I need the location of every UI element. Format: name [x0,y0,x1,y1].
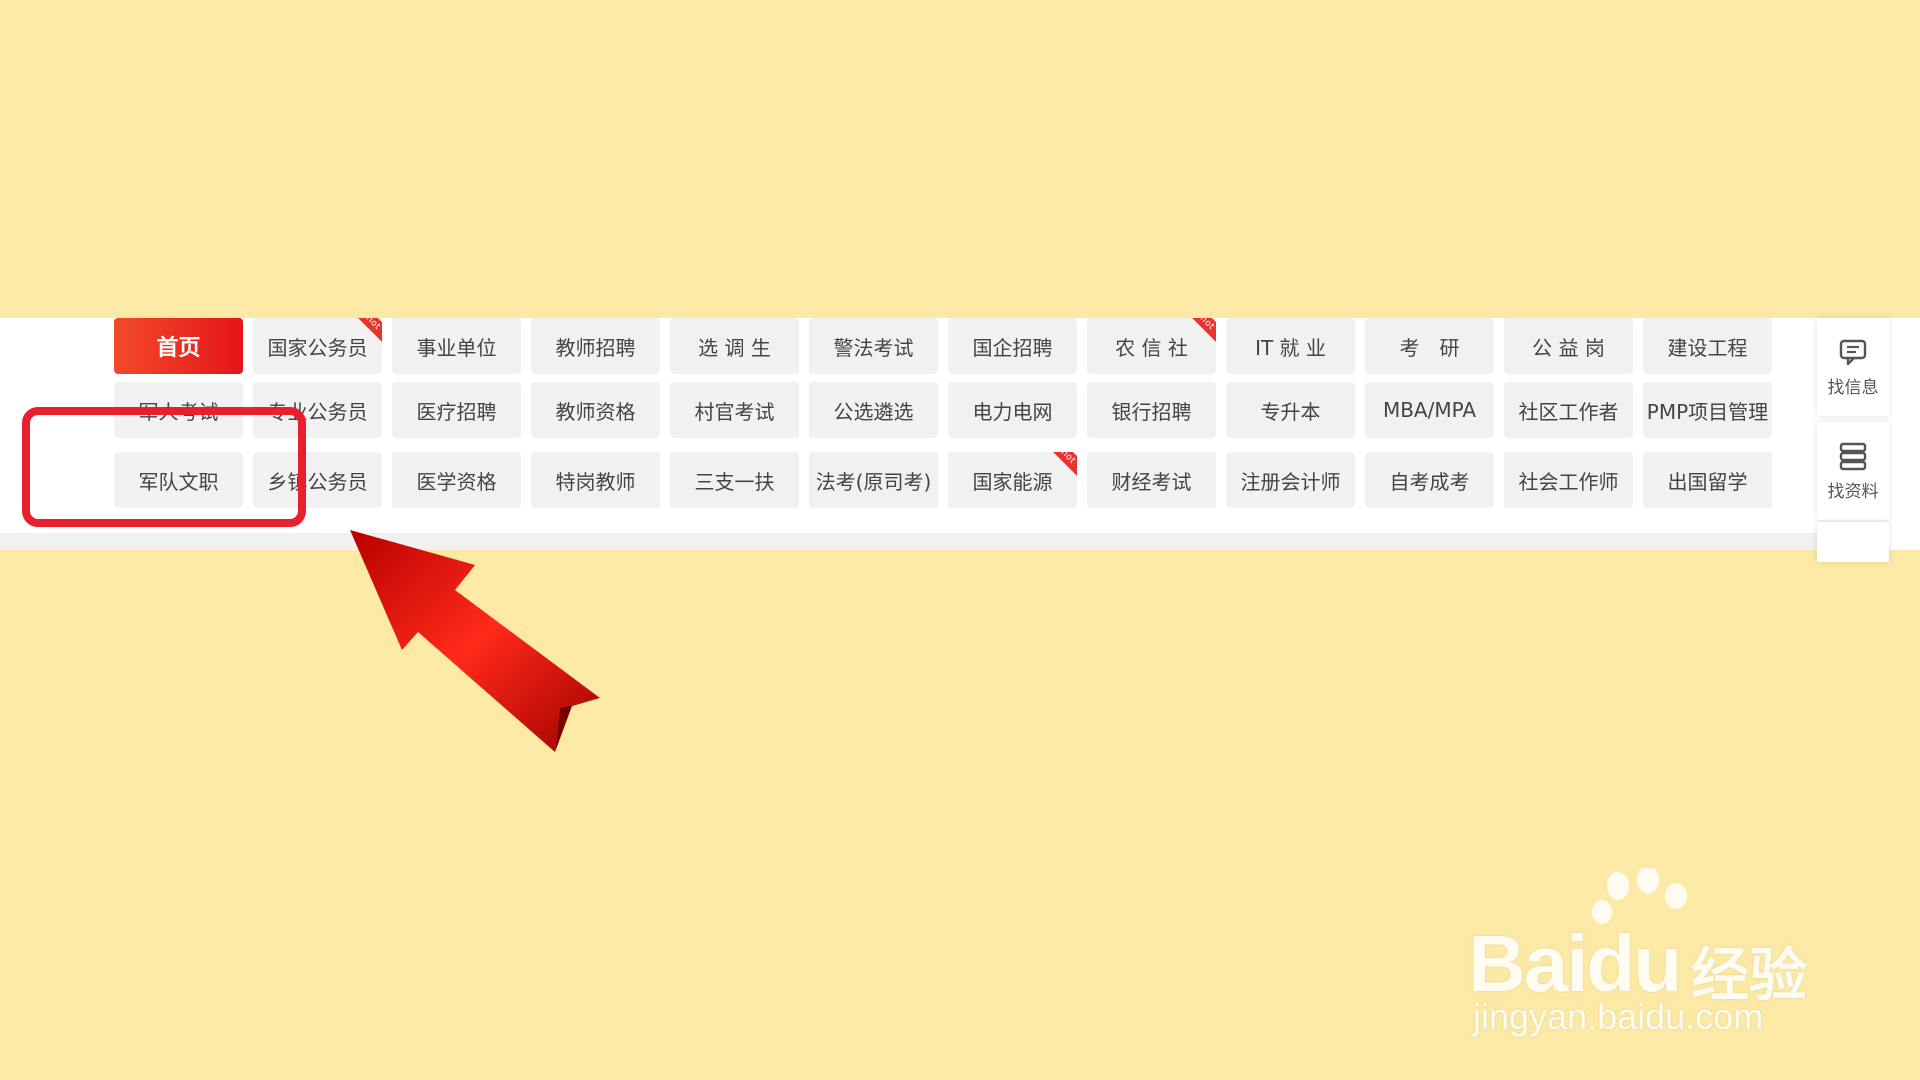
find-info-label: 找信息 [1827,377,1879,398]
hot-badge: hot [1185,318,1216,345]
category-button[interactable]: 公选遴选 [809,382,938,438]
sidebar-next-item[interactable] [1817,522,1889,562]
category-label: 银行招聘 [1111,399,1192,424]
category-label: 农 信 社 [1115,335,1188,360]
category-button[interactable]: 事业单位 [392,318,521,374]
category-button[interactable]: 专升本 [1226,382,1355,438]
category-button[interactable]: 公 益 岗 [1504,318,1633,374]
category-label: 电力电网 [972,399,1053,424]
category-button[interactable]: 特岗教师 [531,452,660,508]
category-label: 选 调 生 [698,335,771,360]
category-label: 社会工作师 [1518,469,1619,494]
category-button[interactable]: 村官考试 [670,382,799,438]
home-button[interactable]: 首页 [114,318,243,374]
category-button[interactable]: 考 研 [1365,318,1494,374]
category-button[interactable]: 自考成考 [1365,452,1494,508]
category-button[interactable]: 国家能源 hot [948,452,1077,508]
category-label: 考 研 [1399,335,1460,360]
category-label: 村官考试 [694,399,775,424]
category-button[interactable]: IT 就 业 [1226,318,1355,374]
category-button[interactable]: MBA/MPA [1365,382,1494,438]
message-icon [1839,339,1867,365]
category-label: 医学资格 [416,469,497,494]
category-label: 财经考试 [1111,469,1192,494]
baidu-watermark: Baidu 经验 jingyan.baidu.com [1468,868,1828,1048]
category-label: 警法考试 [833,335,914,360]
category-button[interactable]: 医疗招聘 [392,382,521,438]
category-label: 专升本 [1260,399,1321,424]
category-button[interactable]: 法考(原司考) [809,452,938,508]
category-label: 国家公务员 [267,335,368,360]
category-button[interactable]: 三支一扶 [670,452,799,508]
category-button[interactable]: 建设工程 [1643,318,1772,374]
category-label: MBA/MPA [1382,398,1477,422]
category-label: 教师资格 [555,399,636,424]
category-button[interactable]: 财经考试 [1087,452,1216,508]
category-label: 国家能源 [972,469,1053,494]
category-label: 事业单位 [416,335,497,360]
category-button[interactable]: 国企招聘 [948,318,1077,374]
pointer-arrow [350,530,600,752]
category-button[interactable]: 电力电网 [948,382,1077,438]
category-label: 国企招聘 [972,335,1053,360]
category-label: 注册会计师 [1240,469,1341,494]
category-label: 自考成考 [1389,469,1470,494]
category-button[interactable]: 教师资格 [531,382,660,438]
category-label: 出国留学 [1667,469,1748,494]
category-button[interactable]: 农 信 社 hot [1087,318,1216,374]
find-material-button[interactable]: 找资料 [1817,422,1889,520]
category-label: IT 就 业 [1255,335,1326,360]
category-button[interactable]: 出国留学 [1643,452,1772,508]
category-label: 法考(原司考) [815,469,932,494]
category-button[interactable]: 注册会计师 [1226,452,1355,508]
category-label: 建设工程 [1667,335,1748,360]
stack-icon [1839,442,1867,470]
category-button[interactable]: 国家公务员 hot [253,318,382,374]
find-material-label: 找资料 [1827,481,1879,502]
find-info-button[interactable]: 找信息 [1817,318,1889,416]
category-label: 特岗教师 [555,469,636,494]
category-label: PMP项目管理 [1646,399,1769,424]
right-sidebar: 找信息 找资料 [1817,318,1889,562]
category-label: 医疗招聘 [416,399,497,424]
category-button[interactable]: 银行招聘 [1087,382,1216,438]
highlight-box [22,407,306,527]
category-button[interactable]: PMP项目管理 [1643,382,1772,438]
category-label: 公 益 岗 [1532,335,1605,360]
category-button[interactable]: 社区工作者 [1504,382,1633,438]
category-button[interactable]: 选 调 生 [670,318,799,374]
category-label: 教师招聘 [555,335,636,360]
category-button[interactable]: 教师招聘 [531,318,660,374]
category-label: 首页 [156,336,201,361]
category-label: 公选遴选 [833,399,914,424]
category-button[interactable]: 医学资格 [392,452,521,508]
category-button[interactable]: 警法考试 [809,318,938,374]
watermark-url: jingyan.baidu.com [1473,996,1764,1037]
category-button[interactable]: 社会工作师 [1504,452,1633,508]
category-label: 社区工作者 [1518,399,1619,424]
panel-bottom-shadow [0,533,1830,550]
category-label: 三支一扶 [694,469,775,494]
